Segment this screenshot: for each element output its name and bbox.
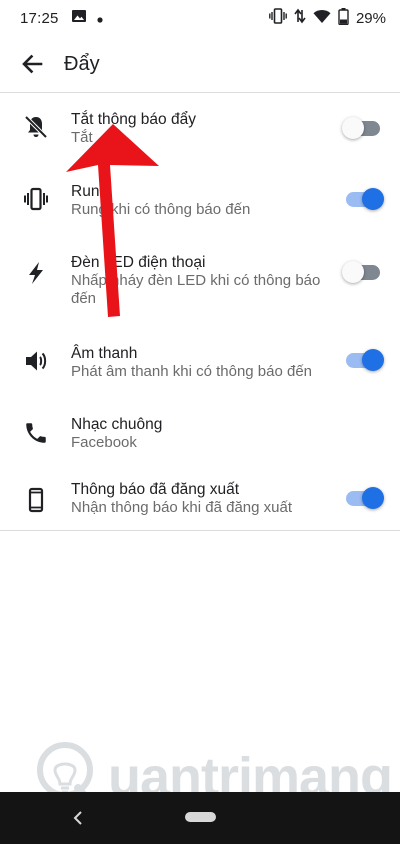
list-divider xyxy=(0,530,400,531)
setting-title: Thông báo đã đăng xuất xyxy=(71,481,240,498)
setting-subtitle: Nhấp nháy đèn LED khi có thông báo đến xyxy=(71,272,321,307)
battery-icon xyxy=(338,7,349,29)
setting-row-ringtone[interactable]: Nhạc chuông Facebook xyxy=(0,399,400,471)
bell-off-icon xyxy=(22,113,50,141)
app-bar: Đẩy xyxy=(0,36,400,92)
setting-row-push-off[interactable]: Tắt thông báo đẩy Tắt xyxy=(0,93,400,167)
setting-subtitle: Facebook xyxy=(71,434,137,451)
navigation-bar xyxy=(0,792,400,844)
nav-back-icon[interactable] xyxy=(68,808,88,828)
setting-title: Đèn LED điện thoại xyxy=(71,254,206,271)
setting-title: Nhạc chuông xyxy=(71,416,163,433)
smartphone-icon xyxy=(22,486,50,514)
led-toggle[interactable] xyxy=(342,261,386,285)
image-icon xyxy=(71,8,87,28)
phone-icon xyxy=(22,419,50,447)
flash-icon xyxy=(22,259,50,287)
page-title: Đẩy xyxy=(64,52,100,75)
status-time: 17:25 xyxy=(20,9,59,27)
setting-subtitle: Rung khi có thông báo đến xyxy=(71,201,251,218)
nav-home-pill[interactable] xyxy=(185,812,216,822)
setting-row-sound[interactable]: Âm thanh Phát âm thanh khi có thông báo … xyxy=(0,329,400,399)
vibrate-icon xyxy=(22,185,50,213)
setting-row-vibrate[interactable]: Rung Rung khi có thông báo đến xyxy=(0,167,400,239)
setting-subtitle: Tắt xyxy=(71,129,93,146)
setting-row-led[interactable]: Đèn LED điện thoại Nhấp nháy đèn LED khi… xyxy=(0,239,400,329)
setting-title: Âm thanh xyxy=(71,345,138,362)
setting-title: Rung xyxy=(71,183,109,200)
wifi-icon xyxy=(313,8,331,28)
logged-out-toggle[interactable] xyxy=(342,487,386,511)
setting-row-logged-out[interactable]: Thông báo đã đăng xuất Nhận thông báo kh… xyxy=(0,471,400,535)
vibrate-toggle[interactable] xyxy=(342,188,386,212)
settings-list: Tắt thông báo đẩy Tắt Rung Rung khi có t… xyxy=(0,93,400,535)
push-off-toggle[interactable] xyxy=(342,117,386,141)
vibrate-icon xyxy=(269,8,287,28)
setting-subtitle: Phát âm thanh khi có thông báo đến xyxy=(71,363,313,380)
data-arrows-icon xyxy=(294,8,306,28)
dot-icon xyxy=(96,10,103,27)
battery-percent: 29% xyxy=(355,9,386,27)
setting-subtitle: Nhận thông báo khi đã đăng xuất xyxy=(71,499,293,516)
back-arrow-icon[interactable] xyxy=(18,50,46,78)
sound-toggle[interactable] xyxy=(342,349,386,373)
setting-title: Tắt thông báo đẩy xyxy=(71,111,196,128)
status-bar: 17:25 29% xyxy=(0,0,400,36)
speaker-icon xyxy=(22,347,50,375)
